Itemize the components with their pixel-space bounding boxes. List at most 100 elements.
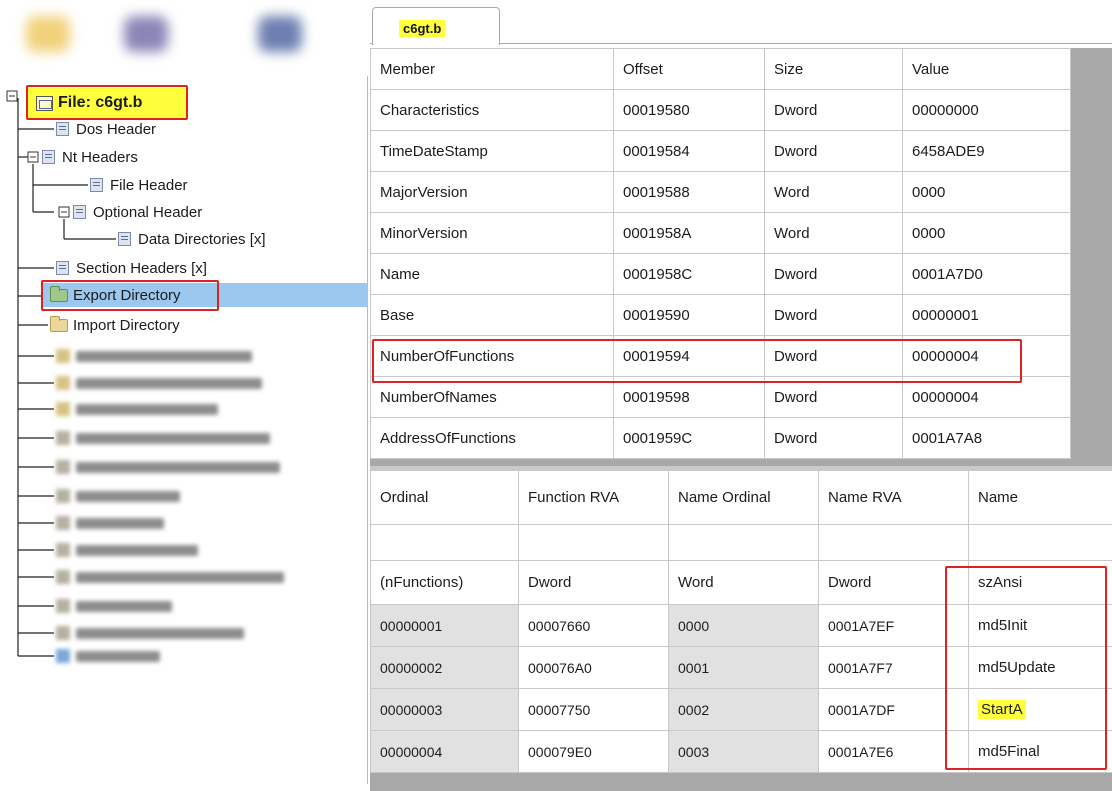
name-ordinal-cell[interactable]: 0001	[668, 646, 819, 689]
ordinal-cell[interactable]: 00000001	[370, 604, 519, 647]
member-value[interactable]: 0001A7D0	[902, 253, 1071, 295]
tree-item-import-directory[interactable]: Import Directory	[50, 314, 180, 336]
blurred-toolbar-icon-1[interactable]	[26, 16, 70, 52]
name-cell[interactable]: md5Final	[968, 730, 1112, 773]
tab-c6gt[interactable]: c6gt.b	[372, 7, 500, 45]
name-cell[interactable]: md5Init	[968, 604, 1112, 647]
table-row[interactable]: TimeDateStamp 00019584 Dword 6458ADE9	[370, 130, 1071, 172]
member-name[interactable]: MinorVersion	[370, 212, 614, 254]
member-value[interactable]: 0001A7A8	[902, 417, 1071, 459]
ordinal-cell[interactable]: 00000004	[370, 730, 519, 773]
table-row[interactable]: 00000001 00007660 0000 0001A7EF md5Init	[370, 604, 1112, 647]
tree-item-obscured[interactable]	[56, 487, 180, 505]
table-row[interactable]: 00000003 00007750 0002 0001A7DF StartA	[370, 688, 1112, 731]
table-row[interactable]: 00000002 000076A0 0001 0001A7F7 md5Updat…	[370, 646, 1112, 689]
filter-cell[interactable]	[818, 524, 969, 561]
tree-item-obscured[interactable]	[56, 647, 160, 665]
column-header-size[interactable]: Size	[764, 48, 903, 90]
function-rva-cell[interactable]: 000076A0	[518, 646, 669, 689]
member-value[interactable]: 00000000	[902, 89, 1071, 131]
member-name[interactable]: NumberOfNames	[370, 376, 614, 418]
member-name[interactable]: NumberOfFunctions	[370, 335, 614, 377]
tree-item-export-directory[interactable]: Export Directory	[50, 284, 181, 306]
member-size[interactable]: Dword	[764, 417, 903, 459]
tree-item-obscured[interactable]	[56, 514, 164, 532]
member-size[interactable]: Dword	[764, 294, 903, 336]
member-offset[interactable]: 00019584	[613, 130, 765, 172]
member-size[interactable]: Dword	[764, 253, 903, 295]
tree-item-optional-header[interactable]: Optional Header	[73, 201, 202, 223]
tree-item-obscured[interactable]	[56, 347, 252, 365]
name-cell[interactable]: md5Update	[968, 646, 1112, 689]
member-value[interactable]: 0000	[902, 171, 1071, 213]
name-rva-cell[interactable]: 0001A7EF	[818, 604, 969, 647]
blurred-toolbar-icon-3[interactable]	[258, 16, 302, 52]
tree-item-obscured[interactable]	[56, 541, 198, 559]
table-row[interactable]: Characteristics 00019580 Dword 00000000	[370, 89, 1071, 131]
member-size[interactable]: Dword	[764, 130, 903, 172]
function-rva-cell[interactable]: 00007750	[518, 688, 669, 731]
member-offset[interactable]: 0001958A	[613, 212, 765, 254]
column-header-ordinal[interactable]: Ordinal	[370, 470, 519, 525]
table-row[interactable]: Name 0001958C Dword 0001A7D0	[370, 253, 1071, 295]
tree-item-obscured[interactable]	[56, 374, 262, 392]
member-name[interactable]: TimeDateStamp	[370, 130, 614, 172]
tree-item-obscured[interactable]	[56, 400, 218, 418]
name-rva-cell[interactable]: 0001A7DF	[818, 688, 969, 731]
tree-root-file[interactable]: File: c6gt.b	[28, 88, 186, 118]
tree-item-obscured[interactable]	[56, 624, 244, 642]
member-name[interactable]: AddressOfFunctions	[370, 417, 614, 459]
member-offset[interactable]: 00019590	[613, 294, 765, 336]
tree-item-obscured[interactable]	[56, 568, 284, 586]
table-row[interactable]: NumberOfNames 00019598 Dword 00000004	[370, 376, 1071, 418]
table-row[interactable]: 00000004 000079E0 0003 0001A7E6 md5Final	[370, 730, 1112, 773]
column-header-name-ordinal[interactable]: Name Ordinal	[668, 470, 819, 525]
tree-item-data-directories[interactable]: Data Directories [x]	[118, 228, 266, 250]
tree-item-obscured[interactable]	[56, 429, 270, 447]
member-name[interactable]: Characteristics	[370, 89, 614, 131]
member-value[interactable]: 00000004	[902, 335, 1071, 377]
tree-item-dos-header[interactable]: Dos Header	[56, 118, 156, 140]
member-size[interactable]: Dword	[764, 376, 903, 418]
member-offset[interactable]: 00019594	[613, 335, 765, 377]
name-rva-cell[interactable]: 0001A7F7	[818, 646, 969, 689]
table-row[interactable]: MajorVersion 00019588 Word 0000	[370, 171, 1071, 213]
filter-cell[interactable]	[968, 524, 1112, 561]
name-ordinal-cell[interactable]: 0002	[668, 688, 819, 731]
ordinal-cell[interactable]: 00000003	[370, 688, 519, 731]
tree-item-file-header[interactable]: File Header	[90, 174, 188, 196]
ordinal-cell[interactable]: 00000002	[370, 646, 519, 689]
member-offset[interactable]: 0001959C	[613, 417, 765, 459]
column-header-function-rva[interactable]: Function RVA	[518, 470, 669, 525]
name-rva-cell[interactable]: 0001A7E6	[818, 730, 969, 773]
member-size[interactable]: Dword	[764, 335, 903, 377]
function-rva-cell[interactable]: 000079E0	[518, 730, 669, 773]
column-header-name[interactable]: Name	[968, 470, 1112, 525]
member-offset[interactable]: 00019598	[613, 376, 765, 418]
tree-item-obscured[interactable]	[56, 597, 172, 615]
column-header-offset[interactable]: Offset	[613, 48, 765, 90]
name-ordinal-cell[interactable]: 0003	[668, 730, 819, 773]
blurred-toolbar-icon-2[interactable]	[124, 16, 168, 52]
member-offset[interactable]: 00019588	[613, 171, 765, 213]
table-row-number-of-functions[interactable]: NumberOfFunctions 00019594 Dword 0000000…	[370, 335, 1071, 377]
tree-item-obscured[interactable]	[56, 458, 280, 476]
member-value[interactable]: 0000	[902, 212, 1071, 254]
member-value[interactable]: 00000001	[902, 294, 1071, 336]
table-row[interactable]: Base 00019590 Dword 00000001	[370, 294, 1071, 336]
table-row[interactable]: AddressOfFunctions 0001959C Dword 0001A7…	[370, 417, 1071, 459]
member-offset[interactable]: 00019580	[613, 89, 765, 131]
member-name[interactable]: Name	[370, 253, 614, 295]
member-name[interactable]: Base	[370, 294, 614, 336]
tree-item-nt-headers[interactable]: Nt Headers	[42, 146, 138, 168]
column-header-name-rva[interactable]: Name RVA	[818, 470, 969, 525]
filter-cell[interactable]	[668, 524, 819, 561]
function-rva-cell[interactable]: 00007660	[518, 604, 669, 647]
filter-cell[interactable]	[370, 524, 519, 561]
filter-cell[interactable]	[518, 524, 669, 561]
member-value[interactable]: 00000004	[902, 376, 1071, 418]
column-header-value[interactable]: Value	[902, 48, 1071, 90]
table-row[interactable]: MinorVersion 0001958A Word 0000	[370, 212, 1071, 254]
member-size[interactable]: Word	[764, 171, 903, 213]
member-value[interactable]: 6458ADE9	[902, 130, 1071, 172]
